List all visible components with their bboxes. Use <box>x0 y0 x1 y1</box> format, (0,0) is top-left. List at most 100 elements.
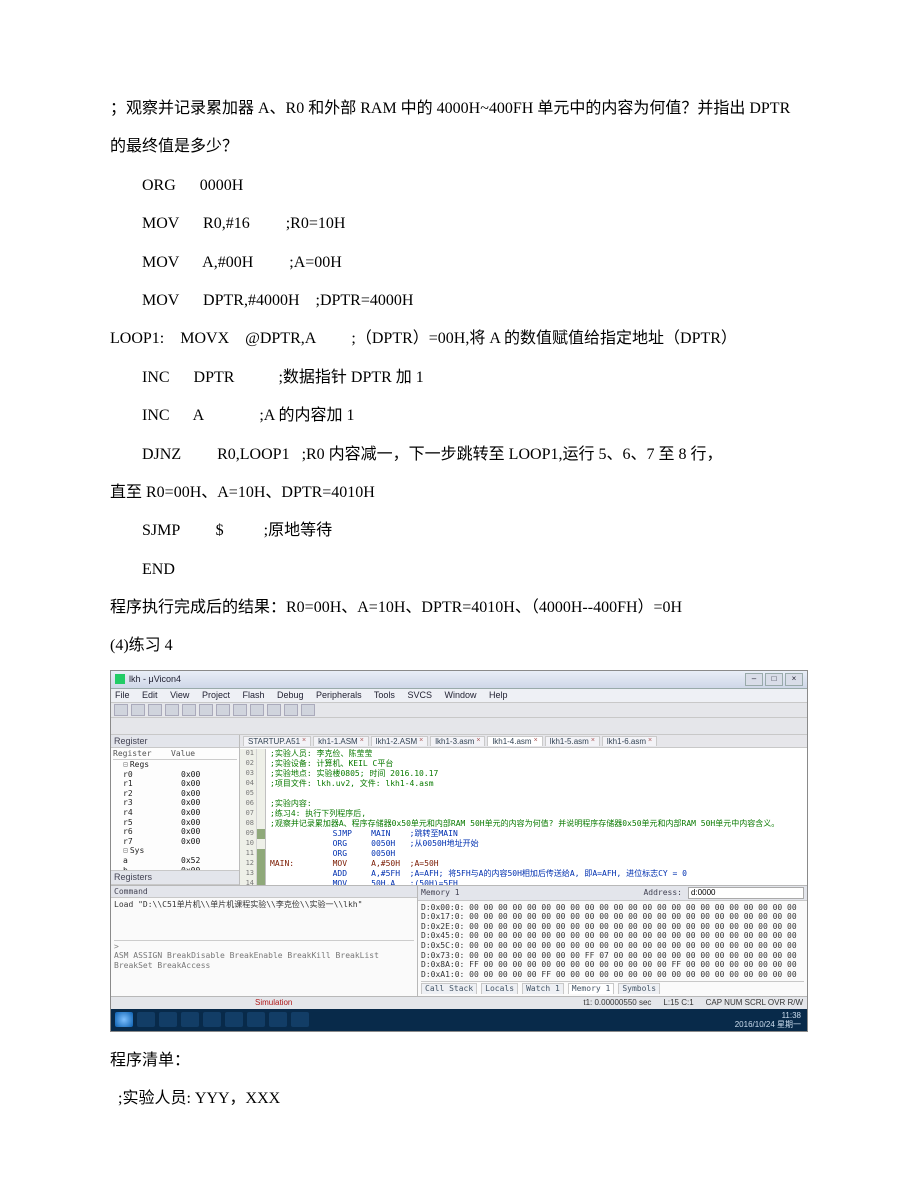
minimize-button[interactable]: ‒ <box>745 673 763 686</box>
editor-tabs[interactable]: STARTUP.A51× kh1-1.ASM× lkh1-2.ASM× lkh1… <box>240 735 807 749</box>
menu-peripherals[interactable]: Peripherals <box>316 690 362 700</box>
memory-row: D:0x2E:0: 00 00 00 00 00 00 00 00 00 00 … <box>421 922 804 932</box>
toolbar-button[interactable] <box>182 704 196 716</box>
code-line[interactable]: 08;观察并记录累加器A、程序存储器0x50单元和内部RAM 50H单元的内容为… <box>240 819 807 829</box>
register-row[interactable]: r20x00 <box>113 789 237 799</box>
toolbar-button[interactable] <box>114 704 128 716</box>
editor-tab[interactable]: lkh1-3.asm× <box>430 736 485 747</box>
tab-close-icon[interactable]: × <box>591 737 595 745</box>
toolbar-button[interactable] <box>148 704 162 716</box>
taskbar-icon[interactable] <box>247 1012 265 1027</box>
toolbar-button[interactable] <box>250 704 264 716</box>
toolbar-button[interactable] <box>199 704 213 716</box>
toolbar-button[interactable] <box>216 704 230 716</box>
menu-file[interactable]: File <box>115 690 130 700</box>
code-line[interactable]: 11 ORG 0050H <box>240 849 807 859</box>
editor-tab-active[interactable]: lkh1-4.asm× <box>487 736 542 747</box>
taskbar-icon[interactable] <box>159 1012 177 1027</box>
register-row[interactable]: r40x00 <box>113 808 237 818</box>
asm-line: MOV R0,#16 ;R0=10H <box>110 205 810 243</box>
code-line[interactable]: 10 ORG 0050H ;从0050H地址开始 <box>240 839 807 849</box>
section-heading: (4)练习 4 <box>110 627 810 665</box>
menu-svcs[interactable]: SVCS <box>407 690 432 700</box>
tab-close-icon[interactable]: × <box>419 737 423 745</box>
tab-locals[interactable]: Locals <box>481 983 518 994</box>
menu-help[interactable]: Help <box>489 690 508 700</box>
toolbar-button[interactable] <box>284 704 298 716</box>
tab-symbols[interactable]: Symbols <box>618 983 660 994</box>
menu-debug[interactable]: Debug <box>277 690 304 700</box>
tab-close-icon[interactable]: × <box>648 737 652 745</box>
register-row[interactable]: r70x00 <box>113 837 237 847</box>
register-row[interactable]: r50x00 <box>113 818 237 828</box>
menu-tools[interactable]: Tools <box>374 690 395 700</box>
taskbar-icon[interactable] <box>291 1012 309 1027</box>
register-row[interactable]: r30x00 <box>113 798 237 808</box>
menu-project[interactable]: Project <box>202 690 230 700</box>
editor-tab[interactable]: lkh1-6.asm× <box>602 736 657 747</box>
memory-address-input[interactable] <box>688 887 804 899</box>
taskbar-icon[interactable] <box>137 1012 155 1027</box>
code-line[interactable]: 02;实验设备: 计算机、KEIL C平台 <box>240 759 807 769</box>
code-line[interactable]: 06;实验内容: <box>240 799 807 809</box>
editor-tab[interactable]: STARTUP.A51× <box>243 736 311 747</box>
code-line[interactable]: 12MAIN: MOV A,#50H ;A=50H <box>240 859 807 869</box>
menu-flash[interactable]: Flash <box>242 690 264 700</box>
register-row[interactable]: r00x00 <box>113 770 237 780</box>
taskbar-icon[interactable] <box>269 1012 287 1027</box>
tab-close-icon[interactable]: × <box>360 737 364 745</box>
editor-tab[interactable]: kh1-1.ASM× <box>313 736 369 747</box>
taskbar-icon[interactable] <box>225 1012 243 1027</box>
window-titlebar[interactable]: lkh - μVicon4 ‒ □ × <box>111 671 807 689</box>
memory-tabs[interactable]: Call Stack Locals Watch 1 Memory 1 Symbo… <box>421 981 804 994</box>
command-prompt[interactable]: > <box>114 942 119 951</box>
code-line[interactable]: 03;实验地点: 实验楼0805; 时间 2016.10.17 <box>240 769 807 779</box>
editor-tab[interactable]: lkh1-5.asm× <box>545 736 600 747</box>
register-row[interactable]: r10x00 <box>113 779 237 789</box>
code-line[interactable]: 01;实验人员: 李克俭、陈莹莹 <box>240 749 807 759</box>
tab-close-icon[interactable]: × <box>302 737 306 745</box>
menu-edit[interactable]: Edit <box>142 690 158 700</box>
tab-close-icon[interactable]: × <box>534 737 538 745</box>
sys-group[interactable]: Sys <box>130 846 144 855</box>
registers-footer-tab[interactable]: Registers <box>111 870 239 885</box>
reg-group[interactable]: Regs <box>130 760 149 769</box>
memory-panel[interactable]: Memory 1 Address: D:0x00:0: 00 00 00 00 … <box>418 886 807 996</box>
code-line[interactable]: 09 SJMP MAIN ;跳转至MAIN <box>240 829 807 839</box>
code-area[interactable]: 01;实验人员: 李克俭、陈莹莹02;实验设备: 计算机、KEIL C平台03;… <box>240 748 807 884</box>
code-line[interactable]: 13 ADD A,#5FH ;A=AFH; 将5FH与A的内容50H相加后传送给… <box>240 869 807 879</box>
taskbar-icon[interactable] <box>203 1012 221 1027</box>
command-panel[interactable]: Command Load "D:\\C51单片机\\单片机课程实验\\李克俭\\… <box>111 886 418 996</box>
editor-tab[interactable]: lkh1-2.ASM× <box>371 736 428 747</box>
tab-close-icon[interactable]: × <box>476 737 480 745</box>
menu-window[interactable]: Window <box>444 690 476 700</box>
memory-row: D:0xA1:0: 00 00 00 00 00 FF 00 00 00 00 … <box>421 970 804 980</box>
maximize-button[interactable]: □ <box>765 673 783 686</box>
code-editor[interactable]: STARTUP.A51× kh1-1.ASM× lkh1-2.ASM× lkh1… <box>240 735 807 885</box>
code-line[interactable]: 07;练习4: 执行下列程序后, <box>240 809 807 819</box>
code-line[interactable]: 05 <box>240 789 807 799</box>
tab-callstack[interactable]: Call Stack <box>421 983 477 994</box>
register-row[interactable]: a0x52 <box>113 856 237 866</box>
tab-memory-active[interactable]: Memory 1 <box>568 983 615 994</box>
toolbar-button[interactable] <box>301 704 315 716</box>
tab-watch[interactable]: Watch 1 <box>522 983 564 994</box>
code-line[interactable]: 14 MOV 50H,A ;(50H)=5FH <box>240 879 807 884</box>
code-line[interactable]: 04;项目文件: lkh.uv2, 文件: lkh1-4.asm <box>240 779 807 789</box>
menu-view[interactable]: View <box>170 690 189 700</box>
taskbar-icon[interactable] <box>181 1012 199 1027</box>
toolbar-button[interactable] <box>267 704 281 716</box>
system-clock[interactable]: 11:38 2016/10/24 星期一 <box>735 1011 803 1029</box>
windows-taskbar[interactable]: 11:38 2016/10/24 星期一 <box>111 1009 807 1031</box>
close-button[interactable]: × <box>785 673 803 686</box>
toolbar-button[interactable] <box>131 704 145 716</box>
toolbar-main[interactable] <box>111 703 807 718</box>
toolbar-debug[interactable] <box>111 718 807 735</box>
toolbar-button[interactable] <box>233 704 247 716</box>
menu-bar[interactable]: File Edit View Project Flash Debug Perip… <box>111 689 807 703</box>
toolbar-button[interactable] <box>165 704 179 716</box>
register-row[interactable]: r60x00 <box>113 827 237 837</box>
command-output: Load "D:\\C51单片机\\单片机课程实验\\李克俭\\实验一\\lkh… <box>114 900 414 910</box>
memory-address-label: Address: <box>643 888 682 898</box>
start-button[interactable] <box>115 1012 133 1027</box>
